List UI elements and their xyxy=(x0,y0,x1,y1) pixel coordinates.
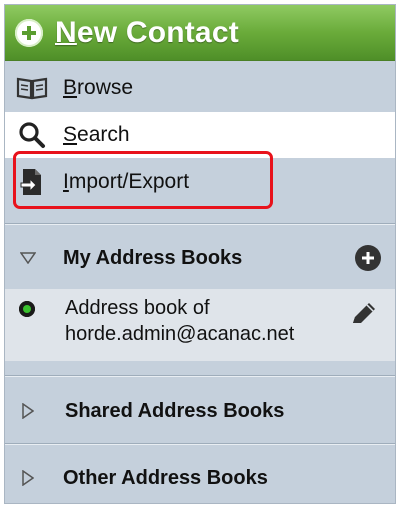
contacts-sidebar: New Contact Browse Search Import/Export … xyxy=(4,4,396,504)
new-contact-label-rest: ew Contact xyxy=(76,15,239,49)
section-my-address-books[interactable]: My Address Books xyxy=(5,235,395,281)
active-dot-icon[interactable] xyxy=(19,301,35,317)
my-address-books-title: My Address Books xyxy=(63,246,243,269)
nav-browse-label: Browse xyxy=(63,76,133,100)
active-dot-center xyxy=(23,305,31,313)
new-contact-label: New Contact xyxy=(55,16,239,50)
expand-triangle-icon[interactable] xyxy=(17,470,39,486)
address-book-name: Address book of horde.admin@acanac.net xyxy=(65,297,295,345)
nav-search-label: Search xyxy=(63,123,130,147)
nav-search-label-first: S xyxy=(63,123,78,146)
nav-browse-label-first: B xyxy=(63,76,78,99)
collapse-triangle-icon[interactable] xyxy=(17,252,39,264)
divider xyxy=(5,223,395,225)
divider xyxy=(5,443,395,445)
expand-triangle-icon[interactable] xyxy=(17,403,39,419)
nav-search-label-rest: earch xyxy=(77,123,130,146)
new-contact-label-first: N xyxy=(55,15,77,49)
shared-address-books-title: Shared Address Books xyxy=(65,399,285,422)
highlight-box xyxy=(13,151,273,209)
add-circle-icon xyxy=(15,18,43,47)
add-address-book-icon[interactable] xyxy=(355,245,381,271)
divider xyxy=(5,375,395,377)
nav-browse-label-rest: rowse xyxy=(77,76,134,99)
section-other-address-books[interactable]: Other Address Books xyxy=(5,455,395,501)
book-icon xyxy=(15,73,49,103)
nav-browse[interactable]: Browse xyxy=(5,65,395,111)
edit-pencil-icon[interactable] xyxy=(347,297,381,331)
search-icon xyxy=(15,120,49,150)
other-address-books-title: Other Address Books xyxy=(63,466,268,489)
address-book-row[interactable]: Address book of horde.admin@acanac.net xyxy=(5,289,395,361)
new-contact-button[interactable]: New Contact xyxy=(5,5,395,61)
section-shared-address-books[interactable]: Shared Address Books xyxy=(5,388,395,434)
